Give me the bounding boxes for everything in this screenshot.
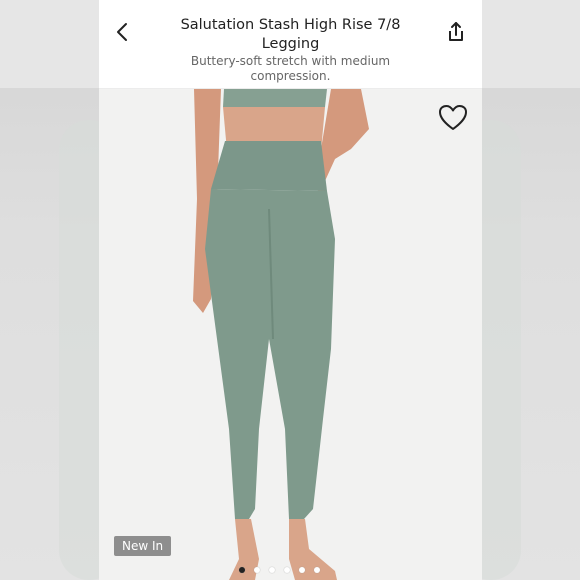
carousel-dot[interactable] <box>314 567 320 573</box>
carousel-dot[interactable] <box>269 567 275 573</box>
blurred-background-left <box>0 0 119 580</box>
carousel-dot[interactable] <box>299 567 305 573</box>
product-subtitle: Buttery-soft stretch with medium compres… <box>190 54 391 83</box>
chevron-left-icon[interactable] <box>111 20 135 44</box>
carousel-dot[interactable] <box>254 567 260 573</box>
share-icon[interactable] <box>444 20 468 44</box>
carousel-dot[interactable] <box>239 567 245 573</box>
heart-icon[interactable] <box>438 104 468 132</box>
carousel-dots <box>239 567 320 573</box>
product-screen: Salutation Stash High Rise 7/8 Legging B… <box>99 0 482 580</box>
blurred-background-right <box>461 0 580 580</box>
carousel-dot[interactable] <box>284 567 290 573</box>
new-in-badge: New In <box>114 536 172 556</box>
product-header: Salutation Stash High Rise 7/8 Legging B… <box>99 0 482 89</box>
product-image[interactable] <box>99 89 482 580</box>
product-title: Salutation Stash High Rise 7/8 Legging <box>180 17 401 52</box>
